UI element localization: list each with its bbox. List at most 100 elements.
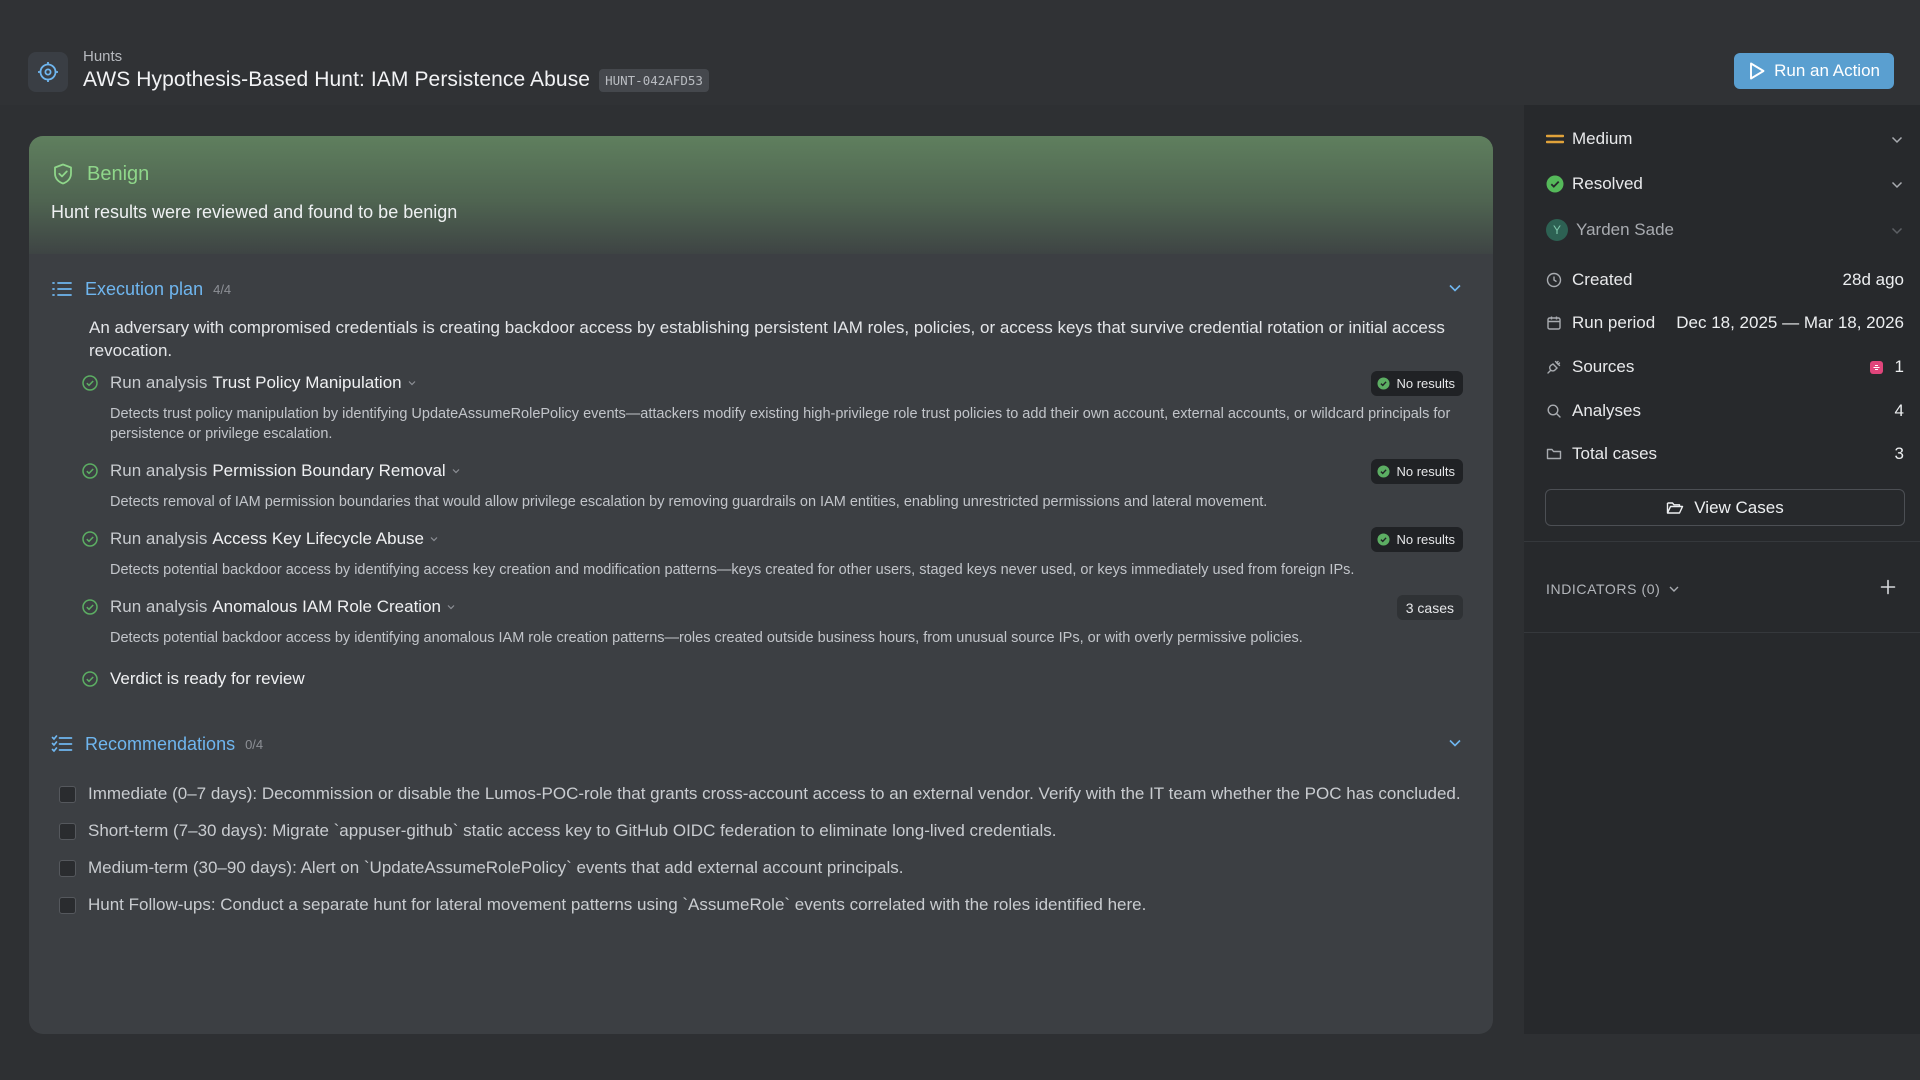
step-name: Trust Policy Manipulation — [212, 373, 402, 392]
chevron-down-icon[interactable] — [446, 602, 456, 612]
title-row: AWS Hypothesis-Based Hunt: IAM Persisten… — [83, 68, 709, 92]
view-cases-button[interactable]: View Cases — [1545, 489, 1905, 526]
step-prefix: Run analysis — [110, 373, 208, 392]
step-header[interactable]: Run analysis Access Key Lifecycle Abuse — [81, 527, 1463, 551]
checklist-icon — [51, 734, 73, 754]
step-prefix: Run analysis — [110, 597, 208, 616]
recommendation-text: Immediate (0–7 days): Decommission or di… — [88, 784, 1461, 803]
recommendation-text: Hunt Follow-ups: Conduct a separate hunt… — [88, 895, 1147, 914]
badge-label: No results — [1396, 532, 1455, 547]
step-description: Detects potential backdoor access by ide… — [110, 562, 1355, 578]
recommendations-count: 0/4 — [245, 736, 264, 752]
chevron-down-icon[interactable] — [451, 466, 461, 476]
check-circle-icon — [81, 530, 99, 548]
total-cases-row: Total cases 3 — [1546, 441, 1904, 467]
sources-label: Sources — [1572, 357, 1635, 376]
recommendation-item: Medium-term (30–90 days): Alert on `Upda… — [59, 857, 1463, 883]
recommendation-text: Medium-term (30–90 days): Alert on `Upda… — [88, 858, 904, 877]
chevron-down-icon — [1890, 223, 1904, 243]
chevron-down-icon — [1890, 132, 1904, 152]
created-row: Created 28d ago — [1546, 267, 1904, 293]
severity-medium-icon — [1546, 132, 1564, 146]
plug-icon — [1546, 359, 1562, 375]
sources-value-group[interactable]: 1 — [1869, 357, 1904, 377]
step-prefix: Run analysis — [110, 461, 208, 480]
avatar: Y — [1546, 219, 1568, 241]
clock-icon — [1546, 272, 1562, 288]
recommendation-checkbox[interactable] — [59, 860, 76, 877]
recommendations-title: Recommendations — [85, 733, 236, 754]
verdict-text: Hunt results were reviewed and found to … — [51, 202, 458, 222]
analyses-value: 4 — [1894, 401, 1904, 420]
chevron-down-icon — [1890, 177, 1904, 197]
step-header[interactable]: Run analysis Trust Policy Manipulation — [81, 371, 1463, 395]
total-cases-label: Total cases — [1572, 444, 1658, 463]
created-label: Created — [1572, 270, 1633, 289]
chevron-down-icon[interactable] — [407, 378, 417, 388]
run-period-value: Dec 18, 2025 — Mar 18, 2026 — [1676, 313, 1904, 332]
recommendation-checkbox[interactable] — [59, 823, 76, 840]
crosshair-icon — [28, 52, 68, 92]
final-step-label: Verdict is ready for review — [110, 669, 305, 688]
plus-icon[interactable] — [1876, 575, 1900, 599]
step-name: Anomalous IAM Role Creation — [212, 597, 441, 616]
indicators-label: INDICATORS (0) — [1546, 581, 1661, 597]
check-circle-icon — [1377, 533, 1391, 546]
analyses-label: Analyses — [1572, 401, 1641, 420]
indicators-toggle[interactable]: INDICATORS (0) — [1546, 581, 1680, 597]
cases-badge[interactable]: 3 cases — [1396, 595, 1463, 620]
badge-label: No results — [1396, 376, 1455, 391]
calendar-icon — [1546, 315, 1562, 331]
step-header: Verdict is ready for review — [81, 667, 1463, 691]
page-header: Hunts AWS Hypothesis-Based Hunt: IAM Per… — [0, 0, 1920, 105]
step-description: Detects removal of IAM permission bounda… — [110, 494, 1268, 510]
no-results-badge: No results — [1371, 527, 1463, 552]
execution-step: Run analysis Permission Boundary Removal… — [81, 459, 1463, 512]
recommendation-item: Hunt Follow-ups: Conduct a separate hunt… — [59, 894, 1463, 920]
shield-check-icon — [51, 162, 75, 186]
folder-open-icon — [1666, 500, 1684, 516]
verdict-heading: Benign — [51, 162, 1471, 186]
run-period-row: Run period Dec 18, 2025 — Mar 18, 2026 — [1546, 310, 1904, 336]
status-label: Resolved — [1572, 174, 1643, 193]
assignee-select[interactable]: Y Yarden Sade — [1546, 217, 1904, 243]
step-header[interactable]: Run analysis Permission Boundary Removal — [81, 459, 1463, 483]
recommendations-section: Recommendations 0/4 Immediate (0–7 days)… — [29, 691, 1493, 920]
verdict-label: Benign — [87, 162, 150, 185]
chevron-down-icon — [1668, 583, 1680, 595]
chevron-down-icon[interactable] — [429, 534, 439, 544]
check-circle-icon — [81, 598, 99, 616]
execution-step: Run analysis Access Key Lifecycle Abuse … — [81, 527, 1463, 580]
execution-step: Run analysis Trust Policy Manipulation N… — [81, 371, 1463, 444]
view-cases-label: View Cases — [1694, 497, 1784, 517]
step-name: Permission Boundary Removal — [212, 461, 446, 480]
severity-select[interactable]: Medium — [1546, 126, 1904, 152]
sources-row: Sources 1 — [1546, 354, 1904, 380]
step-description: Detects potential backdoor access by ide… — [110, 630, 1303, 646]
sources-value: 1 — [1894, 357, 1904, 376]
check-circle-icon — [81, 670, 99, 688]
recommendation-item: Short-term (7–30 days): Migrate `appuser… — [59, 820, 1463, 846]
recommendation-checkbox[interactable] — [59, 786, 76, 803]
no-results-badge: No results — [1371, 371, 1463, 396]
run-action-button[interactable]: Run an Action — [1734, 53, 1894, 89]
breadcrumb[interactable]: Hunts — [83, 48, 122, 65]
status-select[interactable]: Resolved — [1546, 171, 1904, 197]
recommendations-list: Immediate (0–7 days): Decommission or di… — [59, 783, 1463, 920]
chevron-down-icon[interactable] — [1447, 280, 1463, 301]
recommendations-header[interactable]: Recommendations 0/4 — [51, 729, 1463, 759]
check-circle-icon — [1546, 175, 1564, 193]
no-results-badge: No results — [1371, 459, 1463, 484]
severity-label: Medium — [1572, 129, 1633, 148]
source-logo-icon — [1869, 360, 1883, 374]
step-header[interactable]: Run analysis Anomalous IAM Role Creation — [81, 595, 1463, 619]
recommendation-checkbox[interactable] — [59, 897, 76, 914]
chevron-down-icon[interactable] — [1447, 735, 1463, 756]
execution-plan-header[interactable]: Execution plan 4/4 — [51, 274, 1463, 304]
hunt-id-badge[interactable]: HUNT-042AFD53 — [599, 68, 709, 92]
search-icon — [1546, 403, 1562, 419]
execution-plan-count: 4/4 — [213, 281, 232, 297]
check-circle-icon — [1377, 377, 1391, 390]
recommendation-item: Immediate (0–7 days): Decommission or di… — [59, 783, 1463, 809]
details-sidebar: Medium Resolved Y Yarden Sade Created 28… — [1524, 105, 1920, 1034]
